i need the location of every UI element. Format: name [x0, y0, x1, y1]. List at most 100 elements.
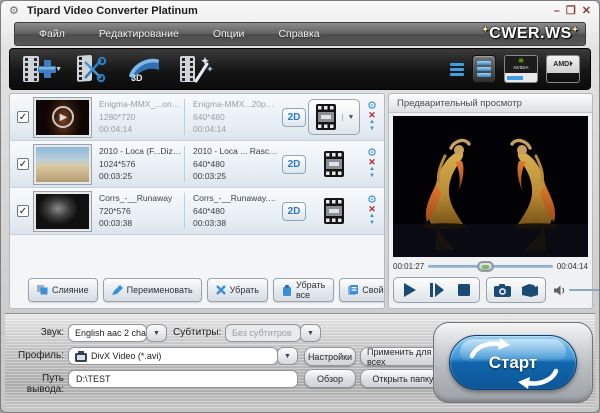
total-time: 00:04:14	[557, 262, 588, 271]
row1-profile-dropdown-icon[interactable]: ▼	[342, 114, 359, 121]
3d-icon: 3D	[125, 54, 163, 84]
edit-button[interactable]	[176, 52, 216, 86]
open-snapshot-folder-button[interactable]	[517, 280, 542, 300]
main-toolbar: ▼ 3D	[9, 48, 591, 90]
row2-2d-button[interactable]: 2D	[282, 155, 306, 174]
file-row-3[interactable]: ✓ Corrs_-__Runaway 720*576 00:03:38 Corr…	[10, 188, 384, 235]
subtitles-dropdown-button[interactable]: ▼	[300, 324, 321, 342]
menu-options[interactable]: Опции	[213, 28, 245, 40]
row2-reorder-icons[interactable]: ▲▼	[369, 166, 375, 180]
app-icon: ⚙	[9, 5, 21, 17]
3d-button[interactable]: 3D	[124, 52, 164, 86]
window-title: Tipard Video Converter Platinum	[27, 5, 198, 17]
preview-panel: Предварительный просмотр	[388, 93, 593, 309]
amd-app-badge[interactable]: AMD⏵	[546, 55, 580, 83]
row1-reorder-icons[interactable]: ▲▼	[369, 119, 375, 133]
convert-arrows-icon	[450, 336, 578, 391]
menu-file[interactable]: Файл	[39, 28, 65, 40]
merge-button[interactable]: Слияние	[28, 278, 98, 302]
profile-combo[interactable]: DivX Video (*.avi)	[68, 347, 278, 365]
title-bar: ⚙ Tipard Video Converter Platinum – ❒ ✕	[1, 1, 599, 20]
row1-source-info: Enigma-MMX_...ong_720p501 1280*720 00:04…	[91, 98, 184, 136]
subtitles-combo[interactable]: Без субтитров	[225, 324, 301, 342]
row3-thumbnail	[34, 192, 91, 231]
remove-x-icon	[216, 285, 226, 295]
row3-output-info: Corrs_-__Runaway.avi 640*480 00:03:38	[185, 192, 278, 230]
menu-bar: Файл Редактирование Опции Справка ✦CWER.…	[14, 22, 586, 46]
minimize-button[interactable]: –	[554, 4, 560, 18]
audio-combo[interactable]: English aac 2 channels (	[68, 324, 147, 342]
film-strip-icon[interactable]	[324, 151, 344, 177]
snapshot-button[interactable]	[490, 280, 515, 300]
speaker-icon[interactable]	[554, 285, 566, 296]
film-scissors-icon	[75, 54, 109, 84]
nvidia-cuda-badge[interactable]: ❋NVIDIA	[504, 55, 538, 83]
cwer-logo: ✦CWER.WS✦	[482, 25, 579, 43]
camera-icon	[494, 284, 511, 297]
start-button-frame: Старт	[433, 322, 593, 403]
row3-checkbox[interactable]: ✓	[17, 205, 29, 217]
profile-dropdown-button[interactable]: ▼	[277, 347, 298, 365]
row2-output-info: 2010 - Loca ... Rascal).avi 640*480 00:0…	[185, 145, 278, 183]
seek-thumb[interactable]	[478, 262, 493, 271]
subtitles-label: Субтитры:	[173, 327, 221, 338]
browse-button[interactable]: Обзор	[304, 369, 356, 388]
maximize-button[interactable]: ❒	[566, 4, 576, 18]
add-file-dropdown-icon[interactable]: ▼	[55, 66, 62, 73]
row2-source-info: 2010 - Loca (F...Dizzee Rascal) 1024*576…	[91, 145, 184, 183]
film-wand-icon	[179, 54, 213, 84]
properties-icon	[348, 285, 358, 296]
start-button[interactable]: Старт	[449, 335, 577, 390]
profile-label: Профиль:	[13, 350, 64, 361]
step-forward-icon	[430, 283, 444, 297]
clear-all-icon	[282, 285, 292, 296]
add-file-button[interactable]: ▼	[20, 52, 60, 86]
file-row-2[interactable]: ✓ 2010 - Loca (F...Dizzee Rascal) 1024*5…	[10, 141, 384, 188]
stop-button[interactable]	[451, 280, 476, 300]
row1-profile-button[interactable]: ▼	[308, 99, 360, 135]
film-add-icon	[22, 54, 58, 84]
remove-button[interactable]: Убрать	[207, 278, 268, 302]
thumbnail-view-button[interactable]	[472, 55, 496, 83]
row1-2d-button[interactable]: 2D	[282, 108, 306, 127]
step-forward-button[interactable]	[424, 280, 449, 300]
row3-2d-button[interactable]: 2D	[282, 202, 306, 221]
play-button[interactable]	[397, 280, 422, 300]
file-row-1[interactable]: ✓ ▶ Enigma-MMX_...ong_720p501 1280*720 0…	[10, 94, 384, 141]
stop-icon	[458, 284, 470, 296]
settings-button[interactable]: Настройки	[304, 347, 356, 366]
capture-group	[486, 277, 546, 303]
preview-title: Предварительный просмотр	[389, 94, 592, 113]
current-time: 00:01:27	[393, 262, 424, 271]
audio-label: Звук:	[13, 327, 64, 338]
row2-checkbox[interactable]: ✓	[17, 158, 29, 170]
row2-thumbnail	[34, 145, 91, 184]
film-strip-icon	[316, 104, 336, 130]
menu-edit[interactable]: Редактирование	[99, 28, 179, 40]
trim-button[interactable]	[72, 52, 112, 86]
play-overlay-icon[interactable]: ▶	[52, 106, 74, 128]
close-button[interactable]: ✕	[582, 4, 591, 18]
properties-button[interactable]: Свойства	[339, 278, 385, 302]
video-frame-dancers	[393, 116, 588, 257]
row1-checkbox[interactable]: ✓	[17, 111, 29, 123]
snapshot-folder-icon	[521, 284, 539, 297]
rename-button[interactable]: Переименовать	[103, 278, 202, 302]
film-strip-icon[interactable]	[324, 198, 344, 224]
row1-thumbnail: ▶	[34, 98, 91, 137]
remove-all-button[interactable]: Убрать все	[273, 278, 334, 302]
list-view-icon[interactable]	[450, 63, 464, 76]
preview-video[interactable]	[393, 116, 588, 257]
volume-slider[interactable]	[569, 286, 600, 294]
output-path-label: Путь вывода:	[7, 373, 64, 395]
row1-output-info: Enigma-MMX...20p501.avi 640*480 00:04:14	[185, 98, 278, 136]
pencil-icon	[112, 285, 123, 295]
audio-dropdown-button[interactable]: ▼	[146, 324, 167, 342]
playback-group	[393, 277, 480, 303]
seek-slider[interactable]	[428, 262, 553, 271]
menu-help[interactable]: Справка	[278, 28, 319, 40]
output-settings-panel: Звук: English aac 2 channels ( ▼ Субтитр…	[5, 313, 595, 410]
list-button-bar: Слияние Переименовать Убрать Убрать все …	[16, 277, 378, 303]
row3-reorder-icons[interactable]: ▲▼	[369, 213, 375, 227]
output-path-field[interactable]: D:\TEST	[68, 370, 298, 388]
